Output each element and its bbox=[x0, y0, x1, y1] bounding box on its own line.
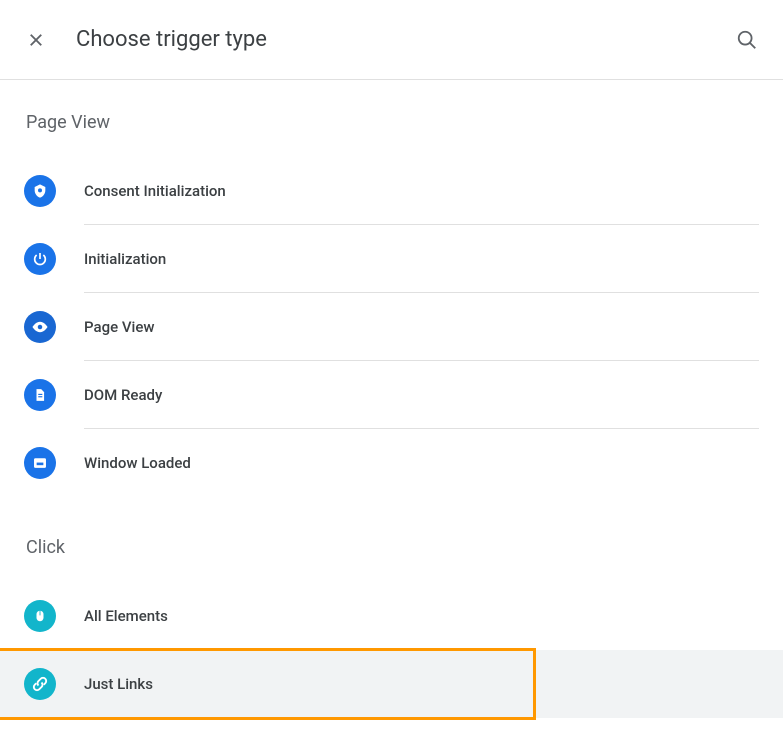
trigger-window-loaded[interactable]: Window Loaded bbox=[24, 429, 759, 497]
trigger-list-page-view: Consent Initialization Initialization bbox=[24, 157, 759, 497]
trigger-initialization[interactable]: Initialization bbox=[24, 225, 759, 293]
close-icon[interactable] bbox=[24, 28, 48, 52]
trigger-list-click: All Elements Just Links bbox=[24, 582, 759, 718]
trigger-consent-initialization[interactable]: Consent Initialization bbox=[24, 157, 759, 225]
trigger-label: Just Links bbox=[84, 675, 153, 693]
section-title-page-view: Page View bbox=[24, 112, 759, 133]
highlighted-row-wrapper: Just Links bbox=[0, 650, 783, 718]
trigger-just-links[interactable]: Just Links bbox=[24, 650, 759, 718]
trigger-label: All Elements bbox=[84, 607, 168, 625]
content-area: Page View Consent Initialization bbox=[0, 80, 783, 732]
eye-icon bbox=[24, 311, 56, 343]
search-icon[interactable] bbox=[735, 28, 759, 52]
mouse-icon bbox=[24, 600, 56, 632]
trigger-page-view[interactable]: Page View bbox=[24, 293, 759, 361]
trigger-dom-ready[interactable]: DOM Ready bbox=[24, 361, 759, 429]
trigger-label: Page View bbox=[84, 318, 155, 336]
trigger-label: DOM Ready bbox=[84, 386, 162, 404]
trigger-label: Initialization bbox=[84, 250, 166, 268]
power-icon bbox=[24, 243, 56, 275]
shield-icon bbox=[24, 175, 56, 207]
section-title-click: Click bbox=[24, 537, 759, 558]
trigger-all-elements[interactable]: All Elements bbox=[24, 582, 759, 650]
trigger-label: Consent Initialization bbox=[84, 182, 226, 200]
page-title: Choose trigger type bbox=[76, 27, 735, 52]
window-icon bbox=[24, 447, 56, 479]
link-icon bbox=[24, 668, 56, 700]
document-icon bbox=[24, 379, 56, 411]
trigger-label: Window Loaded bbox=[84, 454, 191, 472]
header: Choose trigger type bbox=[0, 0, 783, 80]
